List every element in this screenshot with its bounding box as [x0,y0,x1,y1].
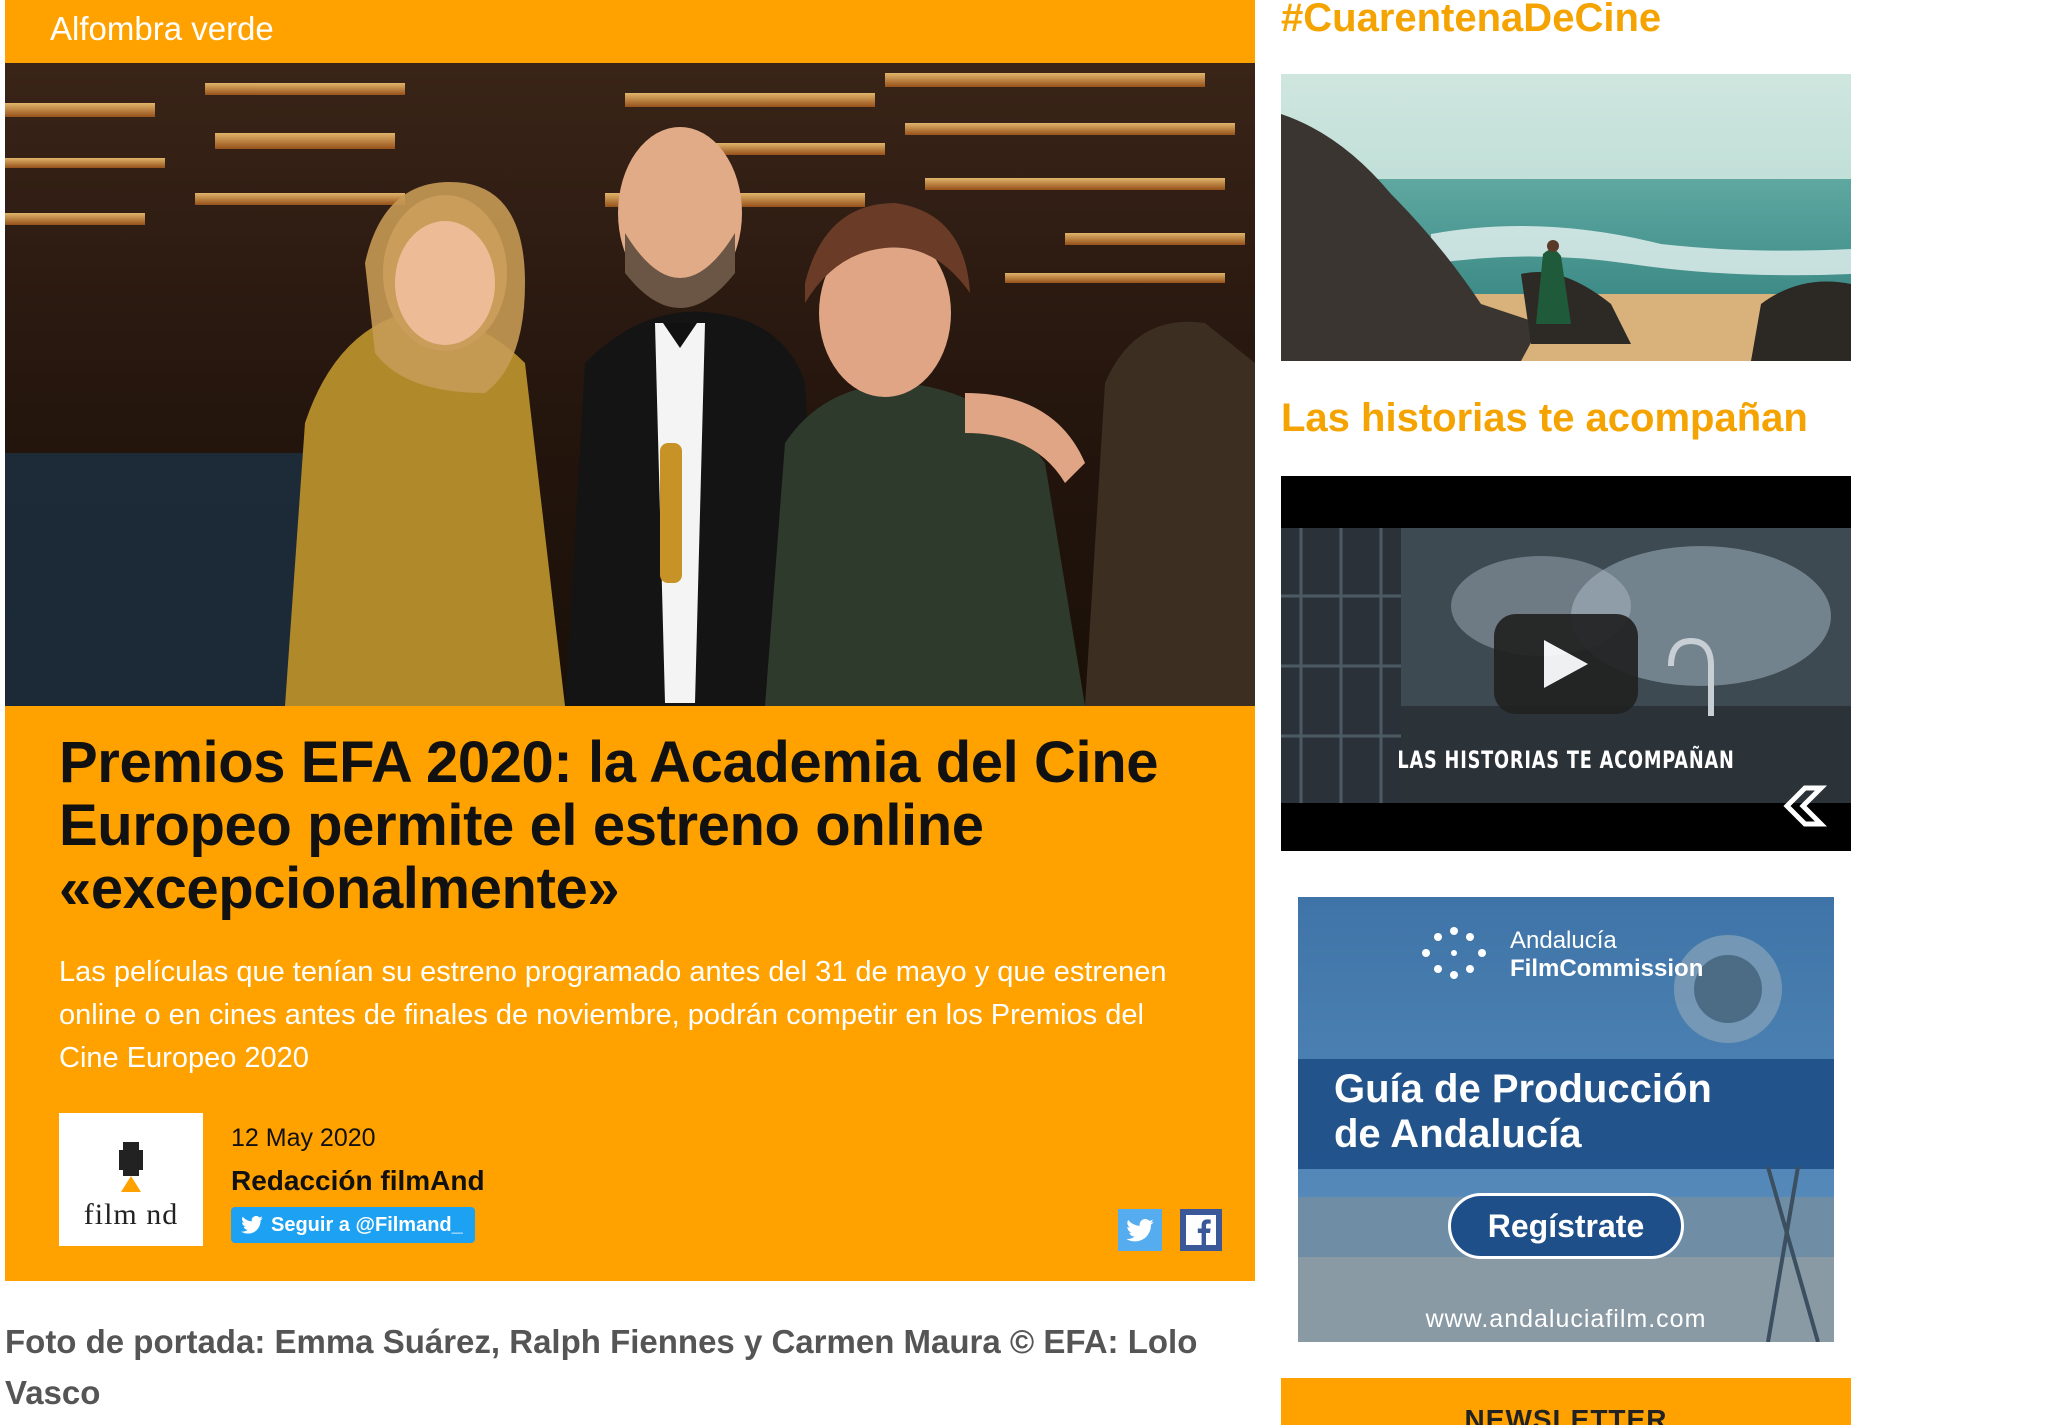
stories-title[interactable]: Las historias te acompañan [1281,396,1808,441]
video-play-button[interactable] [1494,614,1638,714]
twitter-icon [1126,1218,1154,1241]
article-headline[interactable]: Premios EFA 2020: la Academia del Cine E… [59,731,1229,920]
ad-heading-line1: Guía de Producción [1334,1067,1712,1111]
twitter-bird-icon [241,1216,263,1234]
video-player[interactable]: LAS HISTORIAS TE ACOMPAÑAN [1281,476,1851,851]
twitter-follow-button[interactable]: Seguir a @Filmand_ [231,1207,475,1243]
hero-photo[interactable] [5,63,1255,706]
film-commission-ad[interactable]: Andalucía FilmCommission Guía de Producc… [1298,897,1834,1342]
channel-logo-icon [1783,785,1827,827]
newsletter-title: NEWSLETTER [1464,1404,1668,1425]
share-twitter-button[interactable] [1118,1209,1162,1251]
cuarentena-promo-image[interactable] [1281,74,1851,361]
category-label[interactable]: Alfombra verde [50,10,274,48]
category-bar: Alfombra verde [5,0,1255,63]
article-lede: Las películas que tenían su estreno prog… [59,956,1167,1074]
play-icon [1544,640,1588,688]
author-avatar[interactable]: film nd [59,1113,203,1246]
twitter-follow-label: Seguir a @Filmand_ [271,1213,463,1236]
hero-photo-illustration [5,73,1255,706]
facebook-icon [1186,1215,1216,1245]
author-name[interactable]: Redacción filmAnd [231,1165,485,1197]
photo-caption: Foto de portada: Emma Suárez, Ralph Fien… [5,1323,1198,1411]
author-logo-text: film nd [83,1198,179,1231]
ad-heading-line2: de Andalucía [1334,1112,1582,1156]
camera-icon [119,1142,143,1192]
ad-url[interactable]: www.andaluciafilm.com [1298,1305,1834,1334]
hashtag-title[interactable]: #CuarentenaDeCine [1281,0,1661,41]
ad-brand-line1: Andalucía [1510,927,1617,954]
featured-article[interactable]: Alfombra verde Premios EFA 2020: la Acad… [5,0,1255,1281]
article-date: 12 May 2020 [231,1124,376,1152]
video-overlay-text: LAS HISTORIAS TE ACOMPAÑAN [1397,746,1735,774]
ad-brand-line2: FilmCommission [1510,955,1704,982]
share-facebook-button[interactable] [1180,1209,1222,1251]
ad-register-button[interactable]: Regístrate [1448,1193,1684,1259]
seascape-illustration [1281,74,1851,361]
newsletter-box[interactable]: NEWSLETTER [1281,1378,1851,1425]
